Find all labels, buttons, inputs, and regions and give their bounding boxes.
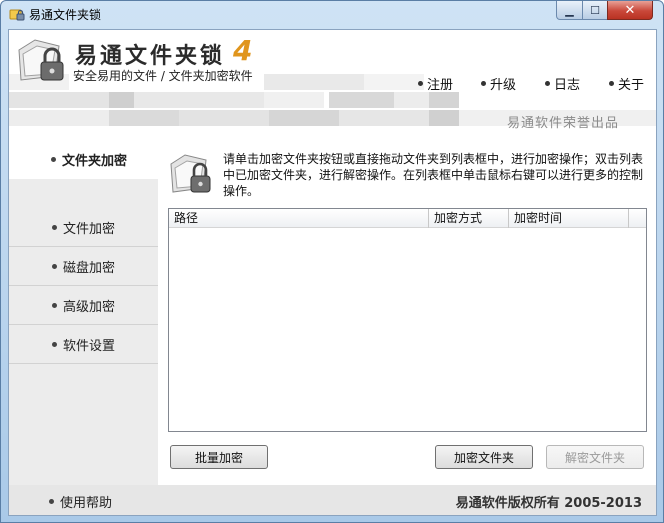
sidebar-item-label: 文件夹加密	[61, 154, 127, 169]
list-header: 路径 加密方式 加密时间	[169, 209, 646, 228]
sidebar-item-advanced-encrypt[interactable]: 高级加密	[9, 286, 158, 325]
folder-lock-icon	[9, 9, 25, 21]
minimize-button[interactable]: ▁	[556, 1, 583, 20]
app-window: 易通文件夹锁 ▁ ☐ ✕ 易通文件夹锁 4 安全易用的文件 / 文件夹加密软件 …	[0, 0, 664, 523]
sidebar-item-label: 磁盘加密	[62, 260, 115, 276]
instructions-text: 请单击加密文件夹按钮或直接拖动文件夹到列表框中，进行加密操作；双击列表中已加密文…	[223, 152, 644, 198]
encrypt-folder-button[interactable]: 加密文件夹	[435, 445, 533, 469]
title-bar[interactable]: 易通文件夹锁 ▁ ☐ ✕	[1, 1, 663, 27]
main-panel: 请单击加密文件夹按钮或直接拖动文件夹到列表框中，进行加密操作；双击列表中已加密文…	[158, 140, 656, 485]
help-label: 使用帮助	[60, 496, 113, 511]
menu-about-label: 关于	[618, 78, 645, 93]
dot-icon	[51, 263, 57, 269]
sidebar-item-disk-encrypt[interactable]: 磁盘加密	[9, 247, 158, 286]
brand-text: 易通软件荣誉出品	[507, 116, 620, 131]
column-header-filler	[629, 209, 646, 228]
dot-icon	[609, 81, 614, 86]
version-number: 4	[233, 34, 253, 67]
dot-icon	[50, 157, 56, 162]
menu-log[interactable]: 日志	[545, 74, 580, 93]
dot-icon	[49, 499, 54, 504]
maximize-icon: ☐	[590, 3, 600, 17]
menu-register-label: 注册	[427, 78, 454, 93]
help-link[interactable]: 使用帮助	[49, 492, 112, 511]
menu-register[interactable]: 注册	[418, 74, 453, 93]
menu-about[interactable]: 关于	[609, 74, 644, 93]
dot-icon	[51, 341, 57, 347]
tagline: 安全易用的文件 / 文件夹加密软件	[73, 69, 253, 83]
column-header-method[interactable]: 加密方式	[429, 209, 509, 228]
sidebar-item-label: 文件加密	[62, 221, 115, 237]
dot-icon	[418, 81, 423, 86]
close-icon: ✕	[624, 2, 636, 18]
column-header-path[interactable]: 路径	[169, 209, 429, 228]
encrypted-folder-list[interactable]: 路径 加密方式 加密时间	[168, 208, 647, 432]
dot-icon	[481, 81, 486, 86]
dot-icon	[51, 302, 57, 308]
sidebar-item-label: 高级加密	[62, 299, 115, 315]
column-header-time[interactable]: 加密时间	[509, 209, 629, 228]
decrypt-folder-button[interactable]: 解密文件夹	[546, 445, 644, 469]
sidebar-item-file-encrypt[interactable]: 文件加密	[9, 208, 158, 247]
footer: 使用帮助 易通软件版权所有 2005-2013	[9, 485, 656, 515]
dot-icon	[51, 224, 57, 230]
app-name: 易通文件夹锁	[75, 44, 226, 69]
sidebar-item-folder-encrypt[interactable]: 文件夹加密	[9, 140, 169, 179]
header-banner: 易通文件夹锁 4 安全易用的文件 / 文件夹加密软件 注册 升级 日志 关于 易…	[9, 30, 656, 140]
window-title: 易通文件夹锁	[29, 8, 102, 22]
minimize-icon: ▁	[565, 3, 574, 17]
maximize-button[interactable]: ☐	[582, 1, 608, 20]
close-button[interactable]: ✕	[607, 1, 653, 20]
sidebar-item-settings[interactable]: 软件设置	[9, 325, 158, 364]
menu-upgrade-label: 升级	[490, 78, 517, 93]
client-area: 易通文件夹锁 4 安全易用的文件 / 文件夹加密软件 注册 升级 日志 关于 易…	[8, 29, 657, 516]
folder-lock-icon	[18, 39, 64, 81]
folder-lock-icon	[170, 154, 211, 193]
menu-log-label: 日志	[554, 78, 581, 93]
sidebar-item-label: 软件设置	[62, 338, 115, 354]
sidebar: 文件夹加密 文件加密 磁盘加密 高级加密 软件设置	[9, 140, 169, 485]
copyright-text: 易通软件版权所有 2005-2013	[455, 496, 642, 511]
dot-icon	[545, 81, 550, 86]
menu-upgrade[interactable]: 升级	[481, 74, 516, 93]
batch-encrypt-button[interactable]: 批量加密	[170, 445, 268, 469]
